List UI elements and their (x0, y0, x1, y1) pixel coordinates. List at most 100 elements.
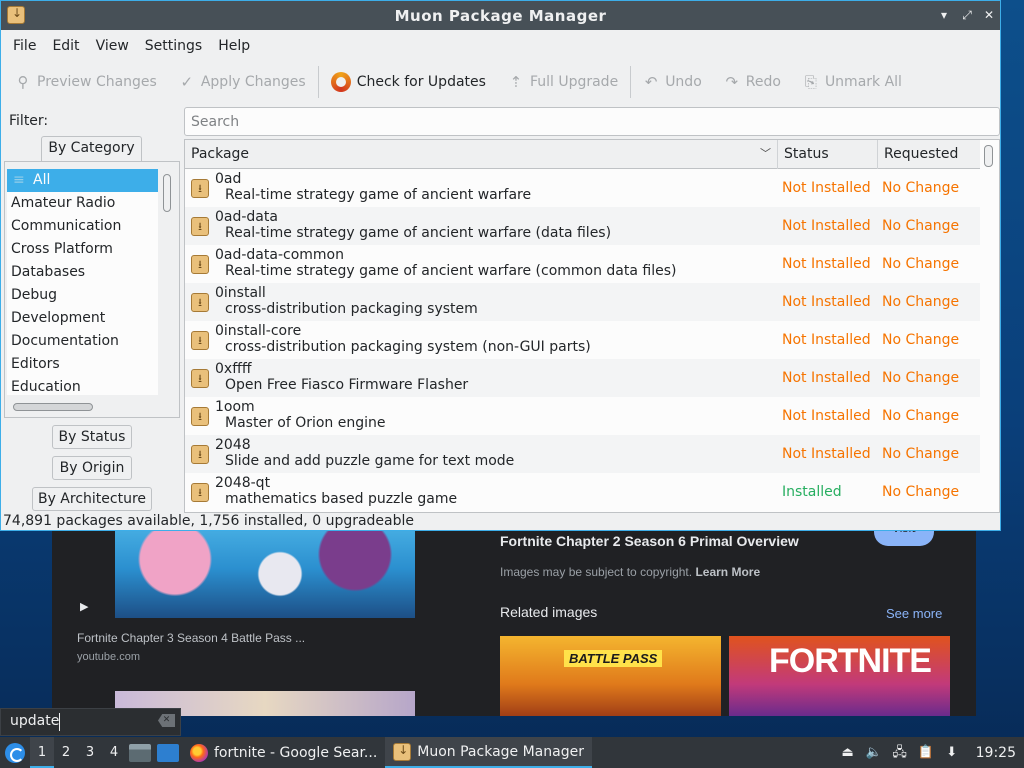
firefox-icon (190, 743, 208, 762)
unmark-all-button[interactable]: ⎘ Unmark All (803, 73, 902, 91)
launcher-search-input[interactable]: update ✕ (0, 708, 181, 736)
table-row[interactable]: ⭳ 2048-qt mathematics based puzzle game … (185, 473, 980, 511)
column-package[interactable]: Package ﹀ (185, 140, 778, 169)
menu-view[interactable]: View (88, 38, 137, 54)
package-scrollbar[interactable] (984, 145, 993, 167)
related-image-1[interactable]: BATTLE PASS (500, 636, 721, 716)
category-item-all[interactable]: All (7, 169, 158, 192)
category-item-cross-platform[interactable]: Cross Platform (7, 238, 158, 261)
column-status[interactable]: Status (778, 140, 878, 169)
category-item-documentation[interactable]: Documentation (7, 330, 158, 353)
package-icon: ⭳ (191, 179, 209, 198)
close-icon[interactable]: ✕ (981, 7, 997, 23)
package-icon: ⭳ (191, 255, 209, 274)
by-category-tab[interactable]: By Category (41, 136, 142, 162)
category-item-editors[interactable]: Editors (7, 353, 158, 376)
play-icon[interactable]: ▶ (80, 600, 88, 613)
muon-icon (393, 742, 412, 761)
unmark-all-label: Unmark All (824, 74, 902, 90)
menu-settings[interactable]: Settings (137, 38, 210, 54)
title-bar[interactable]: Muon Package Manager ▾ ⤢ ✕ (1, 1, 1000, 30)
package-status: Not Installed (782, 332, 871, 348)
category-hscrollbar[interactable] (13, 403, 93, 411)
package-description: mathematics based puzzle game (225, 491, 458, 507)
package-icon: ⭳ (191, 483, 209, 502)
package-name: 2048 (215, 437, 251, 453)
removable-media-icon[interactable]: ⏏ (840, 745, 856, 761)
menu-file[interactable]: File (5, 38, 44, 54)
undo-button[interactable]: ↶ Undo (643, 73, 702, 91)
category-item-communication[interactable]: Communication (7, 215, 158, 238)
video-title[interactable]: Fortnite Chapter 3 Season 4 Battle Pass … (77, 631, 305, 645)
update-notifier-icon[interactable]: ⬇ (944, 745, 960, 761)
category-item-education[interactable]: Education (7, 376, 158, 395)
package-description: Real-time strategy game of ancient warfa… (225, 225, 612, 241)
video-thumbnail[interactable] (115, 520, 415, 618)
category-item-debug[interactable]: Debug (7, 284, 158, 307)
package-name: 0install-core (215, 323, 302, 339)
task-muon[interactable]: Muon Package Manager (385, 737, 592, 768)
package-status: Not Installed (782, 408, 871, 424)
menu-help[interactable]: Help (210, 38, 258, 54)
video-source: youtube.com (77, 651, 140, 663)
clipboard-icon[interactable]: 📋 (918, 745, 934, 761)
desktop-1-button[interactable]: 1 (30, 737, 54, 768)
column-requested[interactable]: Requested (878, 140, 980, 169)
redo-button[interactable]: ↷ Redo (724, 73, 780, 91)
by-origin-tab[interactable]: By Origin (52, 456, 132, 480)
category-item-development[interactable]: Development (7, 307, 158, 330)
category-item-amateur-radio[interactable]: Amateur Radio (7, 192, 158, 215)
toolbar: ⚲ Preview Changes ✓ Apply Changes Check … (1, 61, 1000, 103)
learn-more-link[interactable]: Learn More (695, 565, 760, 579)
volume-icon[interactable]: 🔈 (866, 745, 882, 761)
table-row[interactable]: ⭳ 0install-core cross-distribution packa… (185, 321, 980, 359)
table-row[interactable]: ⭳ 0ad-data Real-time strategy game of an… (185, 207, 980, 245)
minimize-icon[interactable]: ▾ (936, 7, 952, 23)
task-firefox-label: fortnite - Google Sear... (214, 744, 378, 761)
system-tray: ⏏ 🔈 🖧 📋 ⬇ 19:25 (840, 745, 1024, 761)
by-status-tab[interactable]: By Status (52, 425, 132, 449)
package-name: 0ad-data (215, 209, 278, 225)
desktop-4-button[interactable]: 4 (102, 737, 126, 768)
related-image-2[interactable]: FORTNITE (729, 636, 950, 716)
result-title[interactable]: Fortnite Chapter 2 Season 6 Primal Overv… (500, 533, 799, 549)
apply-changes-button[interactable]: ✓ Apply Changes (179, 73, 306, 91)
maximize-icon[interactable]: ⤢ (959, 7, 975, 23)
search-box[interactable] (184, 107, 1000, 136)
related-image-2-caption: FORTNITE (769, 642, 932, 680)
search-input[interactable] (185, 108, 999, 135)
package-icon: ⭳ (191, 331, 209, 350)
menu-edit[interactable]: Edit (44, 38, 87, 54)
clock[interactable]: 19:25 (970, 745, 1016, 761)
full-upgrade-button[interactable]: ⇡ Full Upgrade (508, 73, 619, 91)
desktop-2-button[interactable]: 2 (54, 737, 78, 768)
preview-changes-button[interactable]: ⚲ Preview Changes (15, 73, 157, 91)
category-item-databases[interactable]: Databases (7, 261, 158, 284)
table-row[interactable]: ⭳ 2048 Slide and add puzzle game for tex… (185, 435, 980, 473)
application-menu-button[interactable] (0, 737, 30, 768)
check-for-updates-label: Check for Updates (356, 74, 486, 90)
redo-icon: ↷ (725, 73, 739, 91)
package-description: cross-distribution packaging system (non… (225, 339, 591, 355)
table-row[interactable]: ⭳ 0install cross-distribution packaging … (185, 283, 980, 321)
file-manager-icon[interactable] (129, 743, 151, 762)
package-description: Real-time strategy game of ancient warfa… (225, 263, 677, 279)
package-requested: No Change (882, 332, 960, 348)
network-icon[interactable]: 🖧 (892, 745, 908, 761)
clear-icon[interactable]: ✕ (158, 714, 175, 727)
category-scrollbar[interactable] (163, 174, 171, 212)
table-row[interactable]: ⭳ 0xffff Open Free Fiasco Firmware Flash… (185, 359, 980, 397)
table-row[interactable]: ⭳ 0ad Real-time strategy game of ancient… (185, 169, 980, 207)
table-row[interactable]: ⭳ 0ad-data-common Real-time strategy gam… (185, 245, 980, 283)
task-firefox[interactable]: fortnite - Google Sear... (182, 737, 385, 768)
category-panel: All Amateur Radio Communication Cross Pl… (4, 161, 180, 418)
table-row[interactable]: ⭳ 1oom Master of Orion engine Not Instal… (185, 397, 980, 435)
unmark-icon: ⎘ (804, 73, 817, 91)
show-desktop-icon[interactable] (157, 743, 179, 762)
see-more-link[interactable]: See more (886, 606, 942, 621)
check-for-updates-button[interactable]: Check for Updates (330, 72, 486, 92)
package-description: Master of Orion engine (225, 415, 386, 431)
related-image-1-caption: BATTLE PASS (564, 650, 663, 667)
by-architecture-tab[interactable]: By Architecture (32, 487, 152, 511)
desktop-3-button[interactable]: 3 (78, 737, 102, 768)
